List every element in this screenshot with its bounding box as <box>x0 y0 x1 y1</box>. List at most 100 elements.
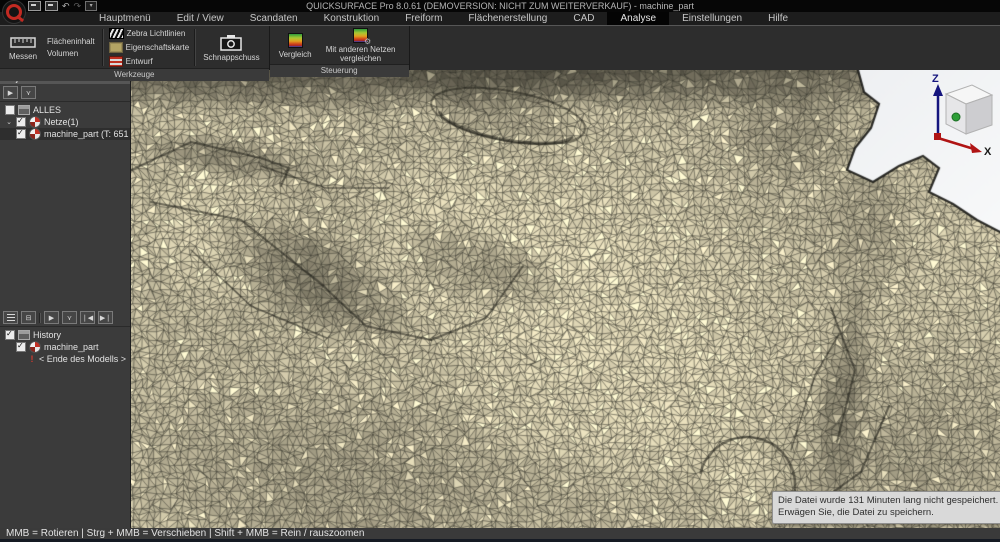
app-logo <box>2 0 26 24</box>
list-view-icon[interactable] <box>3 311 18 324</box>
ruler-icon <box>10 35 36 50</box>
skip-to-start-icon[interactable]: ❘◀ <box>80 311 95 324</box>
mesh-icon <box>29 128 41 140</box>
history-root[interactable]: History <box>0 329 130 341</box>
ribbon-separator <box>102 29 104 66</box>
menu-edit-view[interactable]: Edit / View <box>164 12 237 25</box>
camera-icon <box>220 34 242 51</box>
z-axis-arrowhead <box>933 84 943 96</box>
menu-cad[interactable]: CAD <box>560 12 607 25</box>
property-map-icon <box>109 42 123 53</box>
history-item-model-end[interactable]: ! < Ende des Modells > <box>0 353 130 365</box>
menu-analyse[interactable]: Analyse <box>607 12 669 25</box>
group-label-werkzeuge: Werkzeuge <box>0 68 269 81</box>
x-axis-arrowhead <box>970 143 982 153</box>
eigenschaftskarte-label: Eigenschaftskarte <box>126 43 190 52</box>
vergleich-button[interactable]: Vergleich <box>274 27 317 64</box>
layers-icon <box>18 105 30 115</box>
deviation-map-icon <box>288 33 303 48</box>
history-machine-part-label: machine_part <box>44 342 99 352</box>
end-marker-icon: ! <box>28 354 36 364</box>
model-end-label: < Ende des Modells > <box>39 354 126 364</box>
zebra-lichtlinien-button[interactable]: Zebra Lichtlinien <box>109 28 190 39</box>
status-bar: MMB = Rotieren | Strg + MMB = Verschiebe… <box>0 528 1000 542</box>
entwurf-button[interactable]: Entwurf <box>109 56 190 67</box>
open-file-icon[interactable] <box>45 1 58 11</box>
chevron-down-icon[interactable]: ⌄ <box>5 118 13 126</box>
alles-label: ALLES <box>33 105 61 115</box>
menu-hilfe[interactable]: Hilfe <box>755 12 801 25</box>
skip-to-end-icon[interactable]: ▶❘ <box>98 311 113 324</box>
sidebar: Objekte ▶ ⋎ ALLES ⌄ Netze(1) machine_par… <box>0 70 131 528</box>
play-filter-icon[interactable]: ▶ <box>3 86 18 99</box>
x-axis-label: X <box>984 146 992 156</box>
objects-tree: ALLES ⌄ Netze(1) machine_part (T: 651 30… <box>0 102 130 142</box>
ribbon-group-werkzeuge: Messen Flächeninhalt Volumen Zebra Licht… <box>0 26 270 70</box>
schnappschuss-label: Schnappschuss <box>203 53 259 62</box>
draft-icon <box>109 56 123 67</box>
layers-icon <box>18 330 30 340</box>
history-checkbox[interactable] <box>5 330 15 340</box>
volumen-button[interactable]: Volumen <box>45 49 97 58</box>
entwurf-label: Entwurf <box>126 57 153 66</box>
ribbon-toolbar: Messen Flächeninhalt Volumen Zebra Licht… <box>0 25 1000 70</box>
mit-anderen-netzen-vergleichen-button[interactable]: ⚙ Mit anderen Netzen vergleichen <box>317 27 405 64</box>
menu-flaechenerstellung[interactable]: Flächenerstellung <box>455 12 560 25</box>
netze-label: Netze(1) <box>44 117 79 127</box>
messen-label: Messen <box>9 52 37 61</box>
menu-konstruktion[interactable]: Konstruktion <box>311 12 393 25</box>
replay-icon[interactable]: ▶ <box>44 311 59 324</box>
compare-meshes-icon: ⚙ <box>353 28 368 43</box>
mesh-render[interactable] <box>131 70 1000 528</box>
vergleich-label: Vergleich <box>279 50 312 59</box>
3d-viewport[interactable]: Z X Die Datei wurde 131 Minuten lang nic… <box>131 70 1000 528</box>
ribbon-separator <box>194 29 196 66</box>
undo-icon[interactable]: ↶ <box>62 1 70 11</box>
axis-orientation-widget[interactable]: Z X <box>912 72 998 156</box>
menu-einstellungen[interactable]: Einstellungen <box>669 12 755 25</box>
new-file-icon[interactable] <box>28 1 41 11</box>
history-machine-part-checkbox[interactable] <box>16 342 26 352</box>
history-panel: ⊟ ▶ ⋎ ❘◀ ▶❘ History machine_part <box>0 309 130 367</box>
quick-access-menu-icon[interactable]: ▾ <box>85 1 97 11</box>
mit-anderen-label: Mit anderen Netzen vergleichen <box>322 45 400 63</box>
quick-access-toolbar: ↶ ↷ ▾ <box>28 1 97 11</box>
menu-scandaten[interactable]: Scandaten <box>237 12 311 25</box>
history-item-machine-part[interactable]: machine_part <box>0 341 130 353</box>
tree-item-alles[interactable]: ALLES <box>0 104 130 116</box>
title-bar: QUICKSURFACE Pro 8.0.61 (DEMOVERSION: NI… <box>0 0 1000 12</box>
group-label-steuerung: Steuerung <box>270 64 409 77</box>
tree-item-netze[interactable]: ⌄ Netze(1) <box>0 116 130 128</box>
netze-checkbox[interactable] <box>16 117 26 127</box>
eigenschaftskarte-button[interactable]: Eigenschaftskarte <box>109 42 190 53</box>
alles-checkbox[interactable] <box>5 105 15 115</box>
toast-line-2: Erwägen Sie, die Datei zu speichern. <box>778 507 1000 519</box>
machine-part-checkbox[interactable] <box>16 129 26 139</box>
z-axis-label: Z <box>932 73 939 85</box>
history-label: History <box>33 330 61 340</box>
history-panel-toolbar: ⊟ ▶ ⋎ ❘◀ ▶❘ <box>0 309 130 327</box>
filter-icon[interactable]: ⋎ <box>21 86 36 99</box>
window-title: QUICKSURFACE Pro 8.0.61 (DEMOVERSION: NI… <box>0 0 1000 12</box>
zebra-stripes-icon <box>109 28 124 39</box>
redo-icon[interactable]: ↷ <box>74 1 82 11</box>
schnappschuss-button[interactable]: Schnappschuss <box>198 27 264 68</box>
main-area: Objekte ▶ ⋎ ALLES ⌄ Netze(1) machine_par… <box>0 70 1000 528</box>
y-axis-dot <box>952 113 960 121</box>
mouse-hints: MMB = Rotieren | Strg + MMB = Verschiebe… <box>6 528 364 539</box>
ribbon-group-steuerung: Vergleich ⚙ Mit anderen Netzen vergleich… <box>270 26 410 70</box>
tree-item-machine-part[interactable]: machine_part (T: 651 304) <box>0 128 130 140</box>
x-axis-arrow <box>938 138 974 149</box>
messen-button[interactable]: Messen <box>4 27 42 68</box>
origin-marker <box>934 133 941 140</box>
mesh-icon <box>29 116 41 128</box>
flaecheninhalt-button[interactable]: Flächeninhalt <box>45 37 97 46</box>
history-filter-icon[interactable]: ⋎ <box>62 311 77 324</box>
objects-panel-toolbar: ▶ ⋎ <box>0 84 130 102</box>
toast-line-1: Die Datei wurde 131 Minuten lang nicht g… <box>778 495 1000 507</box>
menu-freiform[interactable]: Freiform <box>392 12 455 25</box>
menu-hauptmenu[interactable]: Hauptmenü <box>86 12 164 25</box>
toolbar-separator <box>39 313 41 323</box>
tree-view-icon[interactable]: ⊟ <box>21 311 36 324</box>
gear-icon: ⚙ <box>364 38 371 46</box>
